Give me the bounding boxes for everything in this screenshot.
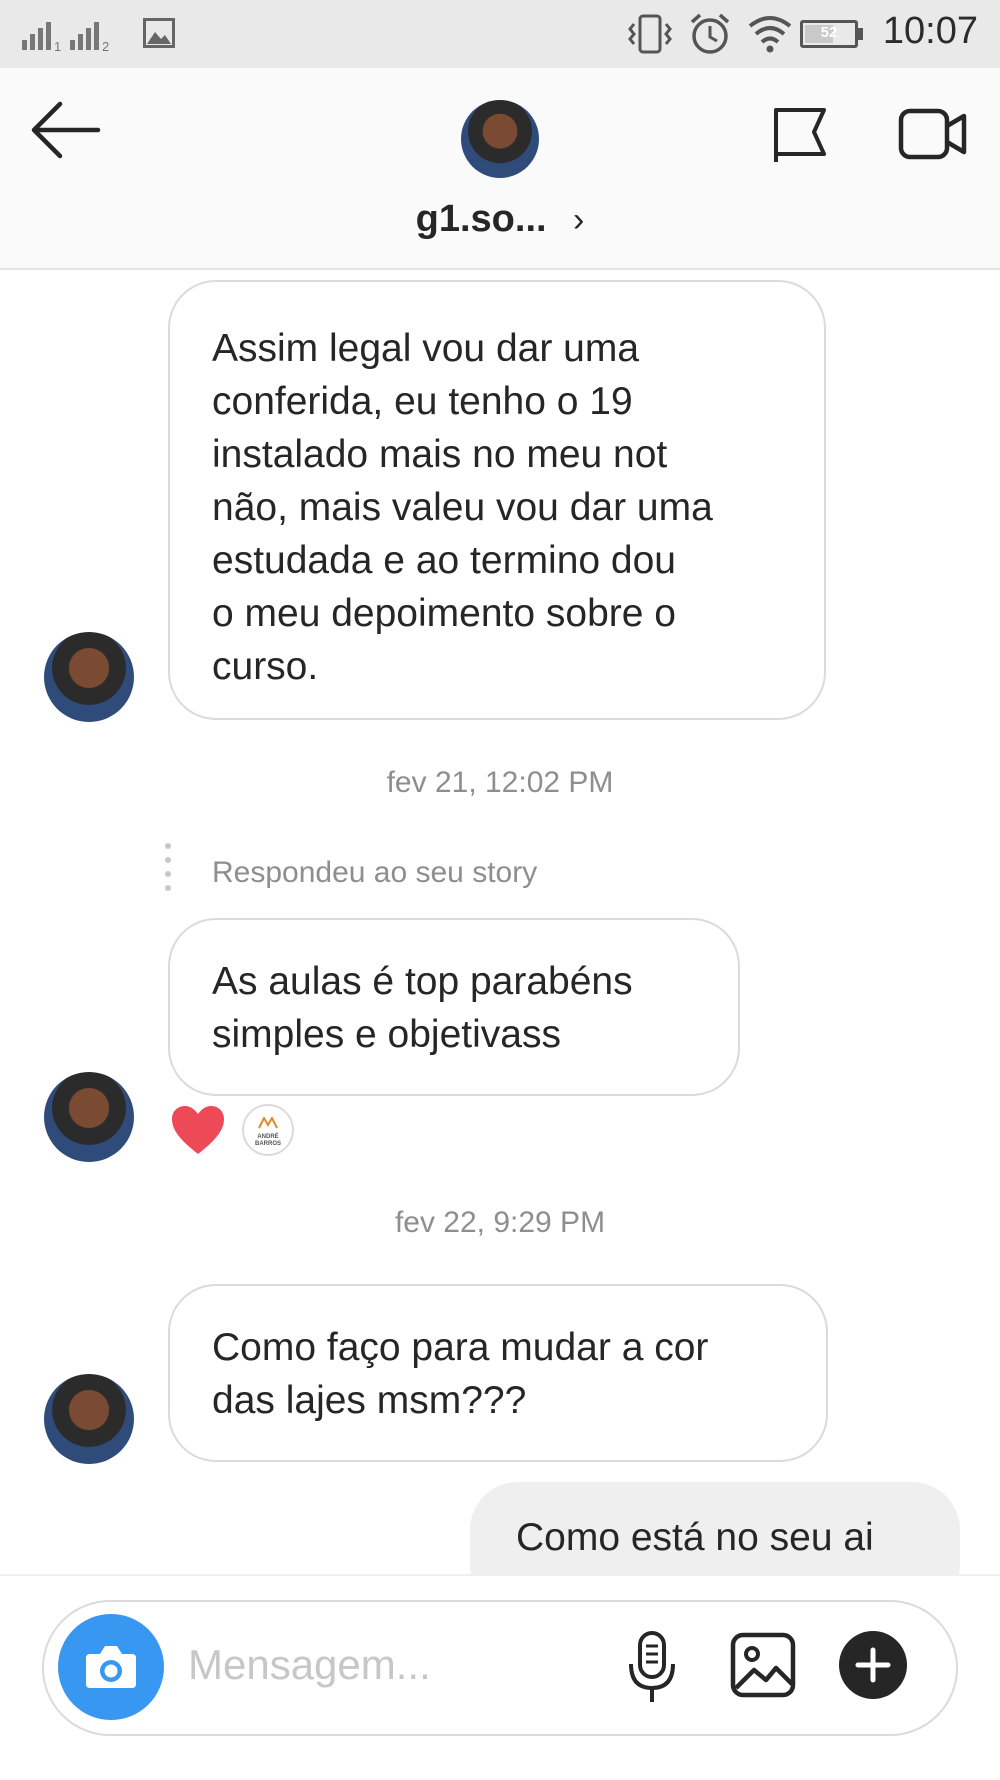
chevron-right-icon: › — [573, 201, 585, 239]
message-line: das lajes msm??? — [212, 1379, 527, 1422]
message-input[interactable]: Mensagem... — [188, 1641, 431, 1689]
incoming-message-bubble[interactable]: As aulas é top parabéns simples e objeti… — [168, 918, 740, 1096]
incoming-message-bubble[interactable]: Assim legal vou dar uma conferida, eu te… — [168, 280, 826, 720]
message-composer[interactable] — [42, 1600, 958, 1736]
brand-logo-icon — [258, 1115, 278, 1129]
message-line: não, mais valeu vou dar uma — [212, 486, 713, 529]
username: g1.so... — [415, 198, 547, 240]
arrow-left-icon[interactable] — [30, 100, 102, 160]
story-reply-divider — [165, 843, 171, 891]
sender-avatar[interactable] — [44, 1374, 134, 1464]
flag-icon[interactable] — [770, 104, 830, 164]
signal-strength-icon: 1 2 — [22, 22, 109, 52]
reactor-avatar[interactable]: ANDRÉ BARROS — [242, 1104, 294, 1156]
message-line: estudada e ao termino dou — [212, 539, 677, 582]
chat-header: g1.so... › — [0, 68, 1000, 270]
reactor-badge-text: ANDRÉ BARROS — [254, 1134, 281, 1147]
message-line: simples e objetivass — [212, 1013, 561, 1056]
plus-icon[interactable] — [838, 1630, 908, 1700]
message-line: Assim legal vou dar uma — [212, 327, 640, 370]
battery-level: 52 — [820, 24, 838, 41]
microphone-icon[interactable] — [626, 1630, 678, 1706]
wifi-icon — [748, 16, 792, 53]
status-bar: 1 2 52 10:07 — [0, 0, 1000, 68]
username-row[interactable]: g1.so... › — [0, 198, 1000, 241]
image-icon[interactable] — [730, 1632, 796, 1698]
message-line: curso. — [212, 645, 319, 688]
outgoing-message-bubble[interactable]: Como está no seu ai — [470, 1482, 960, 1574]
image-notification-icon — [143, 18, 175, 48]
message-line: conferida, eu tenho o 19 — [212, 380, 633, 423]
video-camera-icon[interactable] — [898, 106, 968, 162]
message-line: Como faço para mudar a cor — [212, 1326, 709, 1369]
sim2-label: 2 — [102, 39, 109, 52]
clock: 10:07 — [882, 10, 978, 52]
header-avatar[interactable] — [461, 100, 539, 178]
message-line: instalado mais no meu not — [212, 433, 668, 476]
camera-button[interactable] — [58, 1614, 164, 1720]
timestamp: fev 21, 12:02 PM — [386, 766, 614, 799]
sender-avatar[interactable] — [44, 1072, 134, 1162]
camera-icon — [86, 1646, 136, 1688]
sender-avatar[interactable] — [44, 632, 134, 722]
vibrate-icon — [628, 14, 672, 54]
story-reply-note: Respondeu ao seu story — [212, 856, 538, 889]
outgoing-message-text: Como está no seu ai — [516, 1516, 874, 1559]
heart-reaction-icon[interactable] — [170, 1104, 226, 1156]
alarm-icon — [690, 13, 730, 54]
message-line: o meu depoimento sobre o — [212, 592, 676, 635]
timestamp: fev 22, 9:29 PM — [394, 1206, 606, 1239]
incoming-message-bubble[interactable]: Como faço para mudar a cor das lajes msm… — [168, 1284, 828, 1462]
battery-icon: 52 — [800, 20, 858, 48]
message-line: As aulas é top parabéns — [212, 960, 633, 1003]
outgoing-clip: Como está no seu ai — [0, 1470, 1000, 1574]
sim1-label: 1 — [54, 39, 61, 52]
